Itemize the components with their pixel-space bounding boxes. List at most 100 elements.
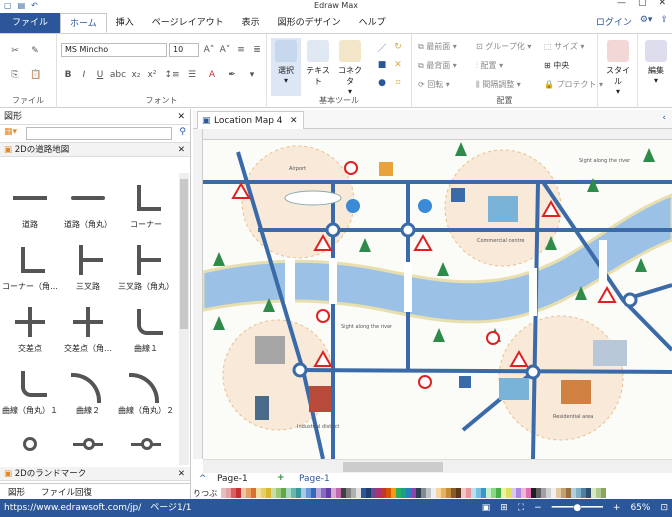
zoom-slider[interactable]: ━━━━●━━━━	[552, 499, 603, 517]
grow-font-icon[interactable]: A˄	[203, 43, 215, 57]
tab-view[interactable]: 表示	[233, 13, 269, 33]
close-button[interactable]: ✕	[658, 0, 666, 9]
close-library-icon[interactable]: ✕	[178, 467, 185, 481]
paste-icon[interactable]: 📋	[28, 68, 44, 82]
page-tab[interactable]: Page-1	[299, 474, 330, 484]
shape-curve-rounded-2[interactable]: 曲線（角丸）２	[117, 359, 175, 421]
style-button[interactable]: スタイル ▾	[603, 38, 633, 96]
tab-insert[interactable]: 挿入	[107, 13, 143, 33]
tab-help[interactable]: ヘルプ	[350, 13, 395, 33]
full-screen-icon[interactable]: ⛶	[518, 499, 524, 517]
tab-home[interactable]: ホーム	[60, 13, 107, 33]
spacing-button[interactable]: ⫼ 間隔調整 ▾	[476, 79, 521, 90]
close-tab-icon[interactable]: ✕	[290, 112, 298, 130]
line-icon[interactable]: ／	[375, 40, 389, 54]
library-road-map[interactable]: ▣ 2Dの道路地図 ✕	[0, 143, 190, 157]
undo-icon[interactable]: ↶	[31, 0, 38, 11]
add-page-icon[interactable]: +	[277, 473, 285, 483]
tab-file[interactable]: ファイル	[0, 13, 61, 33]
subscript-icon[interactable]: x₂	[131, 68, 141, 82]
group-button[interactable]: ⊡ グループ化 ▾	[476, 41, 531, 52]
shape-curve-rounded-1[interactable]: 曲線（角丸）１	[1, 359, 59, 421]
tab-page-layout[interactable]: ページレイアウト	[143, 13, 233, 33]
search-input[interactable]	[26, 127, 172, 140]
superscript-icon[interactable]: x²	[147, 68, 157, 82]
shape-corner[interactable]: コーナー	[117, 173, 175, 235]
settings-gear-icon[interactable]: ⚙▾	[640, 15, 653, 28]
tab-shape-design[interactable]: 図形のデザイン	[269, 13, 350, 33]
shape-curve-2[interactable]: 曲線２	[59, 359, 117, 421]
view-fit-icon[interactable]: ⊞	[500, 499, 508, 517]
font-color-icon[interactable]: A	[205, 68, 219, 82]
shrink-font-icon[interactable]: A˅	[219, 43, 231, 57]
close-library-icon[interactable]: ✕	[178, 143, 185, 157]
select-tool-button[interactable]: 選択 ▾	[271, 38, 301, 96]
document-tab[interactable]: ▣ Location Map 4 ✕	[197, 111, 304, 129]
page-nav-icon[interactable]: ^	[199, 474, 207, 484]
paragraph-icon[interactable]: ≣	[251, 43, 263, 57]
shape-t-junction[interactable]: 三叉路	[59, 235, 117, 297]
shape-road[interactable]: 道路	[1, 173, 59, 235]
strikethrough-icon[interactable]: abc	[110, 68, 126, 82]
font-size-select[interactable]: 10	[169, 43, 199, 57]
curve-icon[interactable]: ↻	[391, 40, 405, 54]
page-select[interactable]: Page-1	[217, 474, 248, 484]
cut-icon[interactable]: ✂	[8, 44, 22, 58]
shape-road-rounded[interactable]: 道路（角丸）	[59, 173, 117, 235]
shape-roundabout-2[interactable]	[59, 421, 117, 465]
open-icon[interactable]: ▤	[18, 0, 26, 11]
bring-front-button[interactable]: ⧉ 最前面 ▾	[418, 41, 457, 52]
login-link[interactable]: ログイン	[596, 15, 632, 28]
send-back-button[interactable]: ⧉ 最背面 ▾	[418, 60, 457, 71]
ellipse-icon[interactable]: ●	[375, 76, 389, 90]
shape-corner-rounded[interactable]: コーナー（角…	[1, 235, 59, 297]
format-painter-icon[interactable]: ✎	[28, 44, 42, 58]
panel-tab-shapes[interactable]: 図形	[0, 484, 33, 499]
center-button[interactable]: ⊞ 中央	[544, 60, 569, 71]
line-spacing-icon[interactable]: ↕≡	[164, 68, 179, 82]
protect-button[interactable]: 🔒 プロテクト ▾	[544, 79, 603, 90]
connector-tool-button[interactable]: コネクタ ▾	[335, 38, 365, 96]
font-name-select[interactable]: MS Mincho	[61, 43, 167, 57]
shapes-scrollbar[interactable]	[179, 173, 189, 465]
text-tool-button[interactable]: テキスト	[303, 38, 333, 96]
shape-roundabout[interactable]	[1, 421, 59, 465]
horizontal-scrollbar-thumb[interactable]	[343, 462, 443, 472]
search-icon[interactable]: ⚲	[179, 127, 186, 137]
shape-curve-1[interactable]: 曲線１	[117, 297, 175, 359]
fit-page-icon[interactable]: ⊡	[660, 499, 668, 517]
library-icon[interactable]: ▦▾	[4, 127, 17, 137]
copy-icon[interactable]: ⎘	[8, 68, 22, 82]
rotate-button[interactable]: ⟳ 回転 ▾	[418, 79, 450, 90]
shape-crossroad-rounded[interactable]: 交差点（角…	[59, 297, 117, 359]
shapes-scrollbar-thumb[interactable]	[180, 179, 188, 329]
new-icon[interactable]: ▢	[4, 0, 12, 11]
cross-icon[interactable]: ✕	[391, 58, 405, 72]
more-font-icon[interactable]: ▾	[245, 68, 259, 82]
color-swatches[interactable]	[221, 488, 607, 498]
bold-icon[interactable]: B	[63, 68, 73, 82]
view-normal-icon[interactable]: ▣	[482, 499, 491, 517]
italic-icon[interactable]: I	[79, 68, 89, 82]
shape-roundabout-3[interactable]	[117, 421, 175, 465]
align-button[interactable]: ⫶ 配置 ▾	[476, 60, 503, 71]
align-text-icon[interactable]: ≡	[235, 43, 247, 57]
highlight-icon[interactable]: ✒	[225, 68, 239, 82]
library-landmarks[interactable]: ▣ 2Dのランドマーク ✕	[0, 467, 190, 481]
maximize-button[interactable]: ▢	[638, 0, 647, 9]
close-icon[interactable]: ✕	[177, 109, 185, 125]
horizontal-scrollbar[interactable]	[203, 459, 672, 473]
bullets-icon[interactable]: ☰	[185, 68, 199, 82]
status-url[interactable]: https://www.edrawsoft.com/jp/	[4, 503, 141, 513]
zoom-in-icon[interactable]: +	[613, 499, 621, 517]
panel-tab-file-recovery[interactable]: ファイル回復	[33, 484, 100, 499]
edit-button[interactable]: 編集 ▾	[641, 38, 671, 96]
pen-icon[interactable]: ⌗	[391, 76, 405, 90]
shape-crossroad[interactable]: 交差点	[1, 297, 59, 359]
size-button[interactable]: ⬚ サイズ ▾	[544, 41, 584, 52]
zoom-out-icon[interactable]: −	[534, 499, 542, 517]
shape-t-junction-rounded[interactable]: 三叉路（角丸）	[117, 235, 175, 297]
rectangle-icon[interactable]: ■	[375, 58, 389, 72]
share-icon[interactable]: ⇪	[660, 15, 668, 28]
collapse-icon[interactable]: ‹	[662, 113, 666, 123]
